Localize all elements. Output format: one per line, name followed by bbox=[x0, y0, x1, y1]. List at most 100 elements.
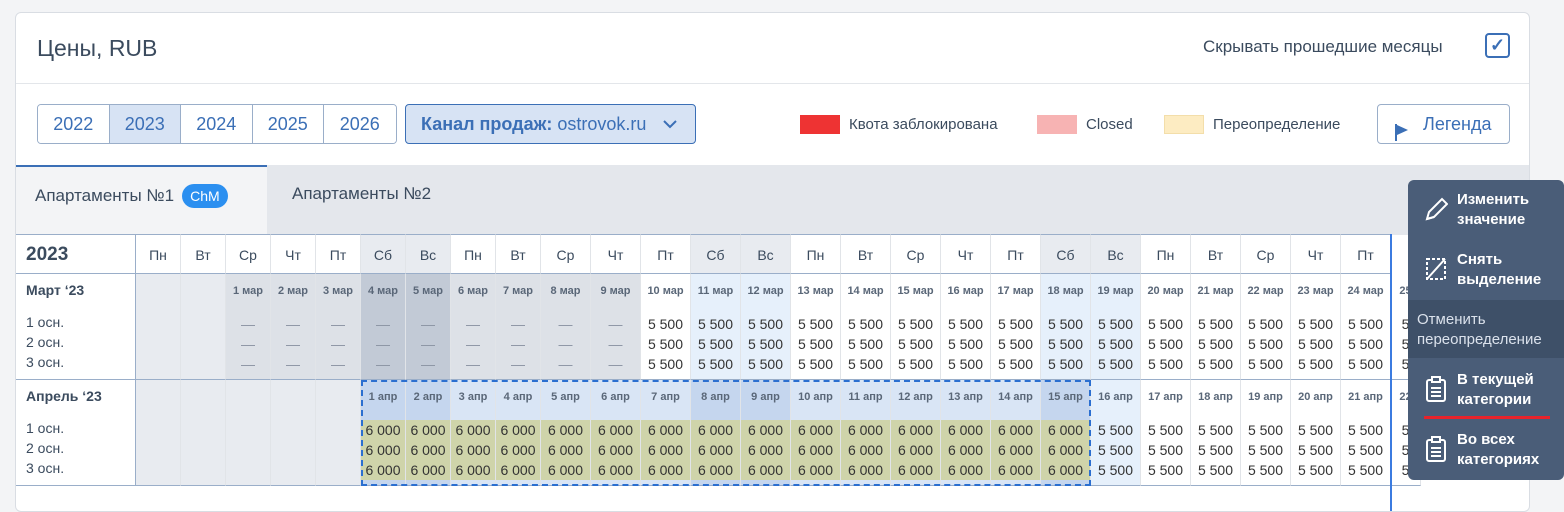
price-cell[interactable] bbox=[136, 380, 181, 486]
price-value: 6 000 bbox=[500, 442, 536, 458]
weekday-header: Чт bbox=[591, 234, 641, 274]
price-cell[interactable]: 15 апр 6 000 6 000 6 000 bbox=[1041, 380, 1091, 486]
price-cell[interactable]: 17 мар 5 500 5 500 5 500 bbox=[991, 274, 1041, 380]
price-value: — bbox=[421, 356, 435, 372]
price-cell[interactable]: 22 мар 5 500 5 500 5 500 bbox=[1241, 274, 1291, 380]
weekday-header: Пт bbox=[316, 234, 361, 274]
price-cell[interactable] bbox=[316, 380, 361, 486]
year-tab-2026[interactable]: 2026 bbox=[324, 105, 396, 143]
hide-past-months-checkbox[interactable]: ✓ bbox=[1485, 33, 1510, 58]
price-value: 5 500 bbox=[697, 336, 734, 352]
weekday-header: Чт bbox=[941, 234, 991, 274]
price-value: — bbox=[558, 316, 573, 332]
price-cell[interactable]: 7 мар — — — bbox=[496, 274, 541, 380]
price-cell[interactable]: 3 мар — — — bbox=[316, 274, 361, 380]
price-cell[interactable]: 9 апр 6 000 6 000 6 000 bbox=[741, 380, 791, 486]
date-label bbox=[181, 274, 225, 308]
price-cell[interactable]: 20 мар 5 500 5 500 5 500 bbox=[1141, 274, 1191, 380]
date-label: 15 апр bbox=[1048, 391, 1083, 403]
price-value: 5 500 bbox=[647, 336, 684, 352]
price-cell[interactable] bbox=[181, 380, 226, 486]
price-cell[interactable]: 2 апр 6 000 6 000 6 000 bbox=[406, 380, 451, 486]
cancel-override-action[interactable]: Отменить переопределение bbox=[1408, 300, 1564, 358]
price-cell[interactable] bbox=[271, 380, 316, 486]
price-cell[interactable]: 11 апр 6 000 6 000 6 000 bbox=[841, 380, 891, 486]
price-cell[interactable]: 5 мар — — — bbox=[406, 274, 451, 380]
price-value: 6 000 bbox=[847, 462, 884, 478]
price-value: 6 000 bbox=[1047, 442, 1084, 458]
price-cell[interactable]: 10 апр 6 000 6 000 6 000 bbox=[791, 380, 841, 486]
tab-apartments-1[interactable]: Апартаменты №1 ChM bbox=[16, 165, 267, 235]
price-value: 6 000 bbox=[897, 442, 934, 458]
price-cell[interactable] bbox=[226, 380, 271, 486]
date-label: 15 мар bbox=[897, 285, 934, 297]
year-tab-2024[interactable]: 2024 bbox=[181, 105, 253, 143]
deselect-icon bbox=[1424, 256, 1448, 282]
price-cell[interactable]: 11 мар 5 500 5 500 5 500 bbox=[691, 274, 741, 380]
price-cell[interactable]: 13 мар 5 500 5 500 5 500 bbox=[791, 274, 841, 380]
price-cell[interactable]: 7 апр 6 000 6 000 6 000 bbox=[641, 380, 691, 486]
today-marker bbox=[1390, 234, 1392, 511]
price-value: 5 500 bbox=[1047, 356, 1084, 372]
price-cell[interactable]: 9 мар — — — bbox=[591, 274, 641, 380]
price-cell[interactable]: 14 мар 5 500 5 500 5 500 bbox=[841, 274, 891, 380]
price-cell[interactable]: 12 мар 5 500 5 500 5 500 bbox=[741, 274, 791, 380]
weekday-header: Вт bbox=[496, 234, 541, 274]
price-cell[interactable]: 16 мар 5 500 5 500 5 500 bbox=[941, 274, 991, 380]
weekday-header: Пн bbox=[136, 234, 181, 274]
price-value: — bbox=[286, 336, 300, 352]
date-label: 7 мар bbox=[502, 285, 533, 297]
price-cell[interactable]: 6 апр 6 000 6 000 6 000 bbox=[591, 380, 641, 486]
year-tab-2022[interactable]: 2022 bbox=[38, 105, 110, 143]
apply-all-categories-action[interactable]: Во всех категориях bbox=[1408, 430, 1564, 476]
price-cell[interactable]: 2 мар — — — bbox=[271, 274, 316, 380]
date-label bbox=[226, 380, 270, 414]
price-cell[interactable]: 19 мар 5 500 5 500 5 500 bbox=[1091, 274, 1141, 380]
year-tab-2025[interactable]: 2025 bbox=[252, 105, 324, 143]
price-cell[interactable]: 4 мар — — — bbox=[361, 274, 406, 380]
price-cell[interactable] bbox=[136, 274, 181, 380]
price-cell[interactable]: 23 мар 5 500 5 500 5 500 bbox=[1291, 274, 1341, 380]
year-selector: 2022 2023 2024 2025 2026 bbox=[37, 104, 397, 144]
price-cell[interactable]: 17 апр 5 500 5 500 5 500 bbox=[1141, 380, 1191, 486]
weekday-header: Сб bbox=[361, 234, 406, 274]
price-cell[interactable]: 1 апр 6 000 6 000 6 000 bbox=[361, 380, 406, 486]
price-value: 5 500 bbox=[1347, 422, 1384, 438]
price-cell[interactable]: 21 мар 5 500 5 500 5 500 bbox=[1191, 274, 1241, 380]
price-cell[interactable] bbox=[181, 274, 226, 380]
deselect-action[interactable]: Снять выделение bbox=[1408, 250, 1564, 296]
sales-channel-dropdown[interactable]: Канал продаж: ostrovok.ru bbox=[405, 104, 696, 144]
date-label: 13 мар bbox=[797, 285, 834, 297]
price-cell[interactable]: 14 апр 6 000 6 000 6 000 bbox=[991, 380, 1041, 486]
price-cell[interactable]: 15 мар 5 500 5 500 5 500 bbox=[891, 274, 941, 380]
price-cell[interactable]: 5 апр 6 000 6 000 6 000 bbox=[541, 380, 591, 486]
date-label: 22 мар bbox=[1247, 285, 1284, 297]
price-cell[interactable]: 18 апр 5 500 5 500 5 500 bbox=[1191, 380, 1241, 486]
edit-value-action[interactable]: Изменить значение bbox=[1408, 190, 1564, 236]
apply-current-category-action[interactable]: В текущей категории bbox=[1408, 370, 1564, 422]
price-cell[interactable]: 12 апр 6 000 6 000 6 000 bbox=[891, 380, 941, 486]
tab-apartments-2[interactable]: Апартаменты №2 bbox=[292, 165, 431, 235]
price-value: 5 500 bbox=[1347, 442, 1384, 458]
price-cell[interactable]: 10 мар 5 500 5 500 5 500 bbox=[641, 274, 691, 380]
price-cell[interactable]: 8 мар — — — bbox=[541, 274, 591, 380]
price-cell[interactable]: 1 мар — — — bbox=[226, 274, 271, 380]
price-cell[interactable]: 6 мар — — — bbox=[451, 274, 496, 380]
price-cell[interactable]: 21 апр 5 500 5 500 5 500 bbox=[1341, 380, 1391, 486]
legend-button[interactable]: Легенда bbox=[1377, 104, 1510, 144]
price-cell[interactable]: 24 мар 5 500 5 500 5 500 bbox=[1341, 274, 1391, 380]
price-cell[interactable]: 13 апр 6 000 6 000 6 000 bbox=[941, 380, 991, 486]
price-cell[interactable]: 8 апр 6 000 6 000 6 000 bbox=[691, 380, 741, 486]
price-value: 6 000 bbox=[547, 442, 584, 458]
price-value: 6 000 bbox=[747, 422, 784, 438]
legend-override: Переопределение bbox=[1164, 115, 1340, 134]
price-cell[interactable]: 18 мар 5 500 5 500 5 500 bbox=[1041, 274, 1091, 380]
price-cell[interactable]: 4 апр 6 000 6 000 6 000 bbox=[496, 380, 541, 486]
price-cell[interactable]: 19 апр 5 500 5 500 5 500 bbox=[1241, 380, 1291, 486]
year-tab-2023[interactable]: 2023 bbox=[109, 105, 181, 143]
price-cell[interactable]: 16 апр 5 500 5 500 5 500 bbox=[1091, 380, 1141, 486]
weekday-header: Пн bbox=[791, 234, 841, 274]
price-cell[interactable]: 20 апр 5 500 5 500 5 500 bbox=[1291, 380, 1341, 486]
price-cell[interactable]: 3 апр 6 000 6 000 6 000 bbox=[451, 380, 496, 486]
price-value: 6 000 bbox=[647, 442, 684, 458]
